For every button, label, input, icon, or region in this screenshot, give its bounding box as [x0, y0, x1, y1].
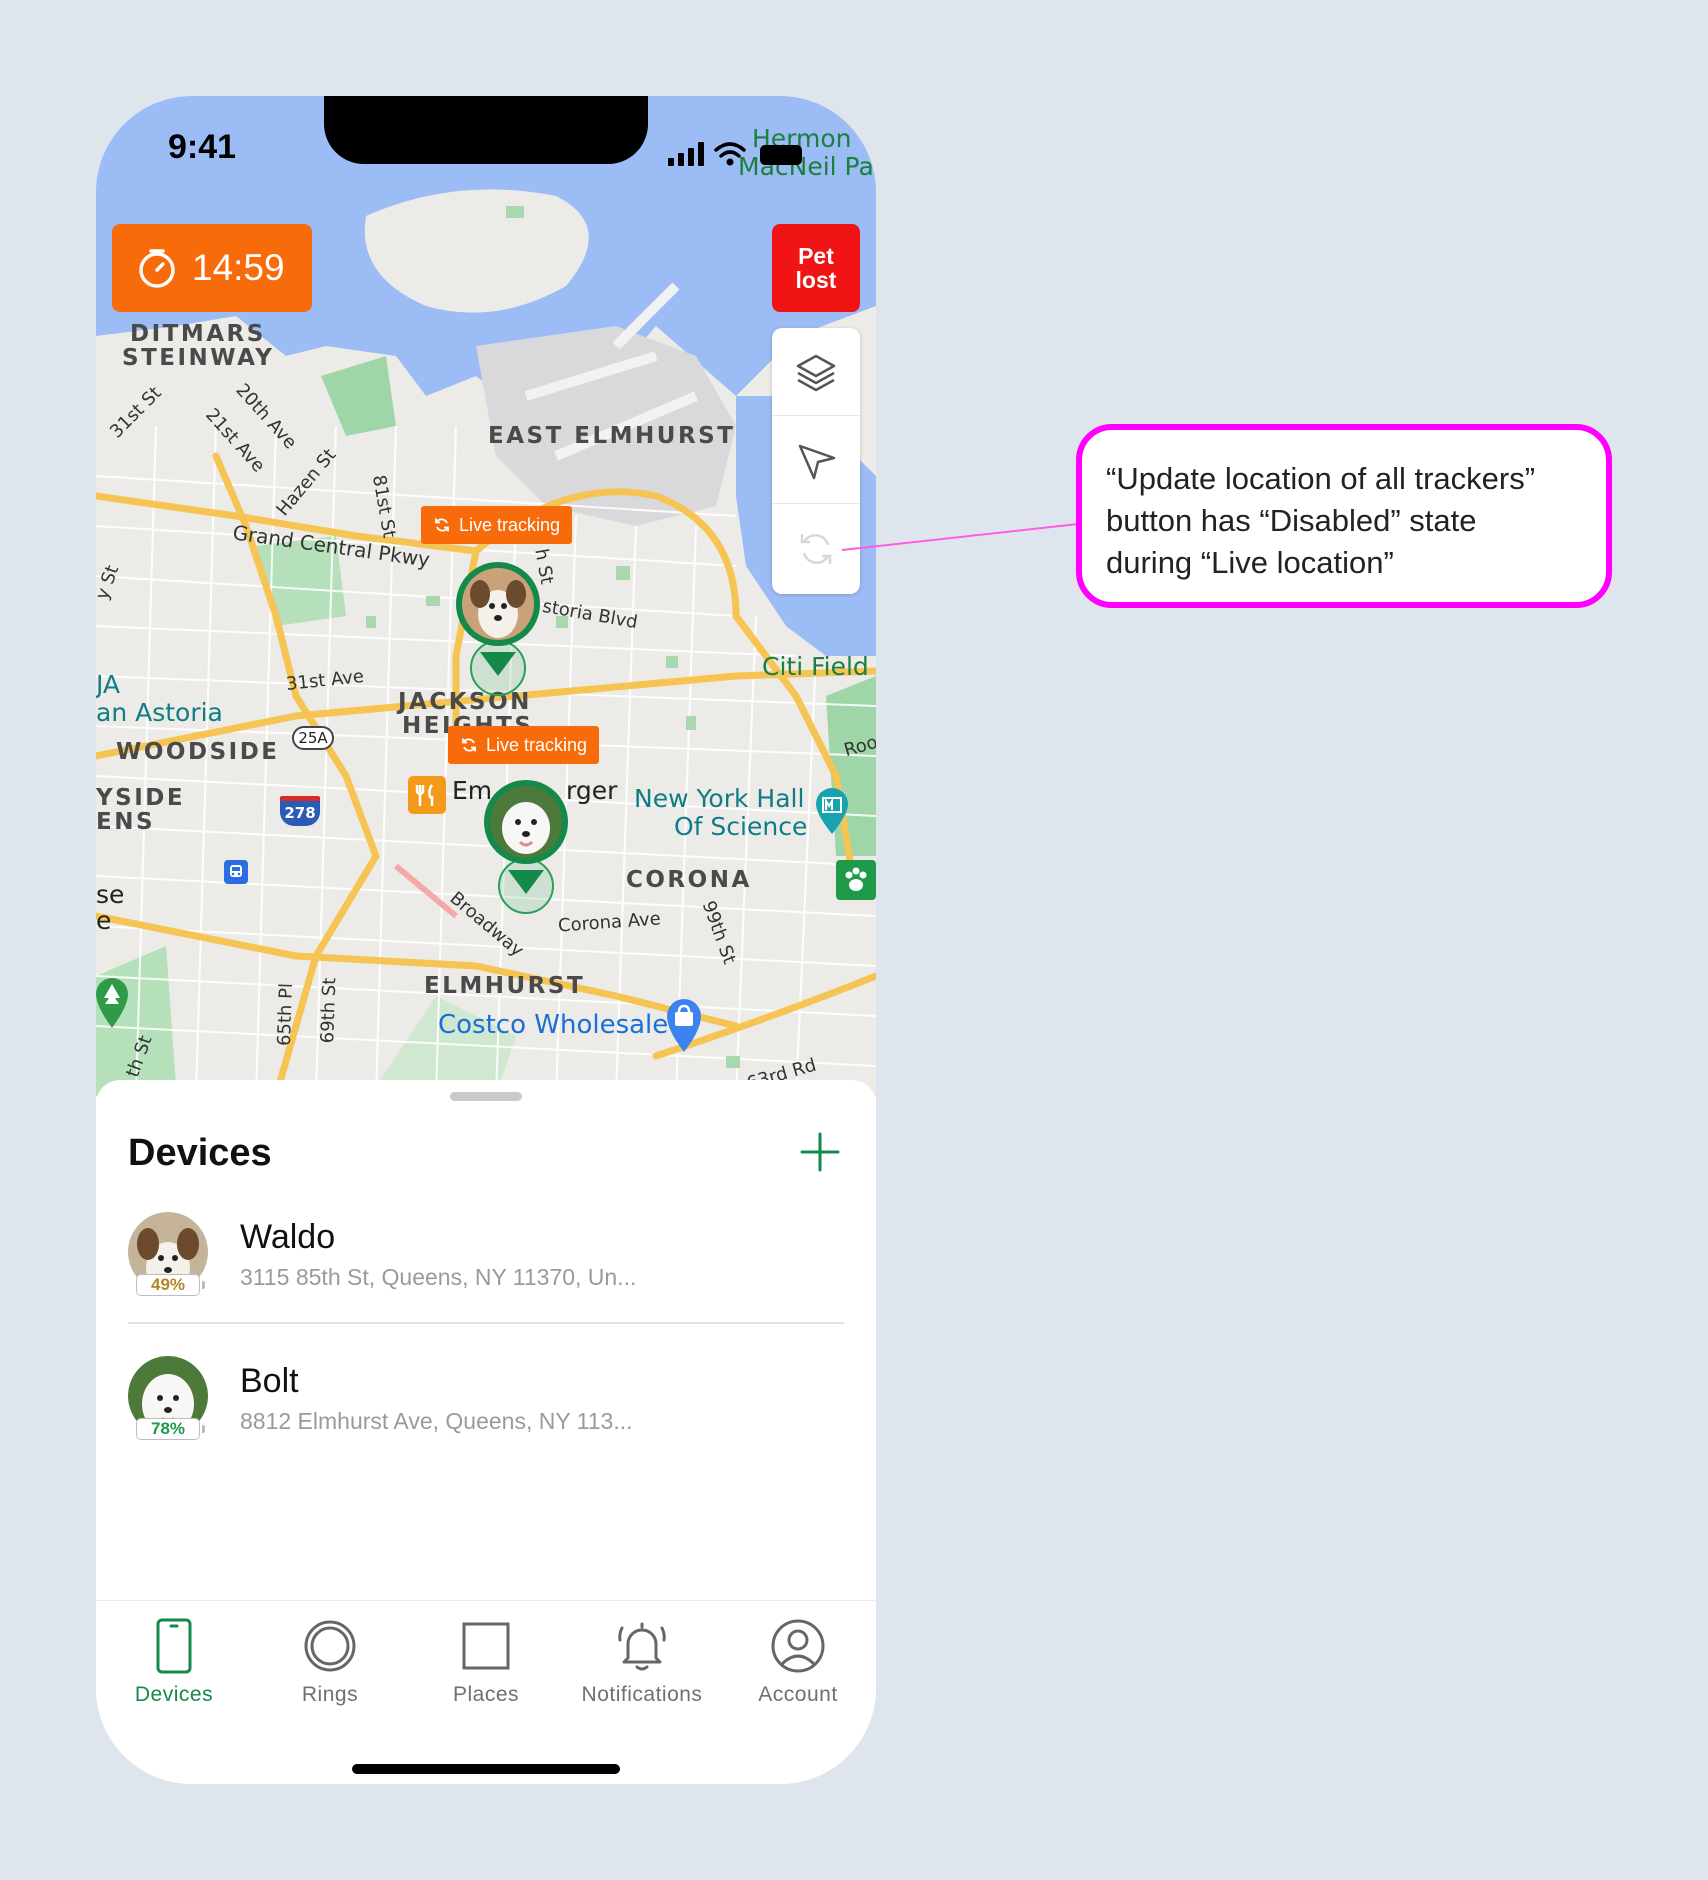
area-label: ELMHURST [424, 973, 586, 999]
status-icons [668, 142, 802, 166]
area-label: STEINWAY [122, 345, 275, 371]
pet-pin-bolt[interactable] [480, 772, 572, 927]
callout-line: during “Live location” [1106, 545, 1394, 580]
tab-rings[interactable]: Rings [252, 1615, 408, 1707]
tab-label: Account [758, 1683, 838, 1706]
annotation-callout: “Update location of all trackers” button… [1076, 424, 1612, 608]
area-label: YSIDE [96, 785, 186, 811]
stopwatch-icon [139, 249, 175, 288]
poi-label: e [96, 906, 112, 935]
wifi-icon [714, 142, 746, 158]
tab-account[interactable]: Account [720, 1615, 876, 1707]
tab-label: Notifications [581, 1683, 703, 1706]
device-row-waldo[interactable]: 49% Waldo 3115 85th St, Queens, NY 11370… [128, 1190, 844, 1334]
user-icon [771, 1619, 825, 1673]
poi-label: Citi Field [762, 652, 869, 681]
pet-lost-label-line2: lost [795, 267, 837, 293]
map-view[interactable]: DITMARS STEINWAY EAST ELMHURST JACKSON H… [96, 96, 876, 1096]
live-tracking-label: Live tracking [486, 734, 588, 755]
device-address: 3115 85th St, Queens, NY 11370, Un... [240, 1264, 637, 1290]
timer-value: 14:59 [192, 247, 285, 288]
square-icon [462, 1622, 510, 1670]
tab-label: Places [452, 1683, 520, 1706]
refresh-icon [462, 738, 476, 752]
device-row-bolt[interactable]: 78% Bolt 8812 Elmhurst Ave, Queens, NY 1… [128, 1334, 844, 1478]
museum-icon[interactable] [812, 786, 852, 841]
status-time: 9:41 [168, 128, 237, 166]
pet-lost-button[interactable]: Pet lost [772, 224, 860, 312]
phone-frame: DITMARS STEINWAY EAST ELMHURST JACKSON H… [96, 96, 876, 1784]
transit-icon[interactable] [224, 860, 248, 884]
poi-label: Costco Wholesale [438, 1010, 669, 1040]
area-label: DITMARS [130, 321, 266, 347]
street-label: 65th Pl [273, 982, 298, 1047]
poi-label: New York Hall [634, 784, 805, 813]
tab-devices[interactable]: Devices [96, 1615, 252, 1707]
pet-lost-label-line1: Pet [798, 243, 834, 269]
device-name: Waldo [240, 1218, 336, 1256]
live-tracking-timer: 14:59 [112, 224, 312, 312]
live-tracking-label: Live tracking [459, 514, 561, 535]
poi-label: JA [96, 670, 121, 699]
refresh-icon [435, 518, 449, 532]
poi-label: se [96, 880, 125, 909]
shopping-icon[interactable] [662, 996, 706, 1059]
restaurant-icon[interactable] [408, 776, 446, 814]
device-name: Bolt [240, 1362, 299, 1400]
phone-icon [156, 1618, 192, 1674]
callout-line: button has “Disabled” state [1106, 503, 1477, 538]
battery-badge: 49% [136, 1274, 205, 1296]
sheet-handle[interactable] [450, 1092, 522, 1101]
poi-label: Of Science [674, 812, 808, 841]
notch [324, 96, 648, 164]
refresh-icon [800, 533, 832, 565]
zoo-icon[interactable] [836, 860, 876, 900]
navigation-arrow-icon [798, 444, 836, 479]
cellular-signal-icon [668, 142, 704, 166]
tab-notifications[interactable]: Notifications [564, 1615, 720, 1707]
street-label: 69th St [317, 977, 341, 1044]
park-icon[interactable] [96, 974, 132, 1035]
live-tracking-badge: Live tracking [448, 726, 600, 764]
tab-label: Devices [134, 1683, 214, 1706]
route-shield: 25A [292, 726, 334, 750]
live-tracking-badge: Live tracking [421, 506, 573, 544]
tab-bar: Devices Rings Places Notifications Accou… [96, 1600, 876, 1784]
layers-button[interactable] [772, 328, 860, 416]
tab-places[interactable]: Places [408, 1615, 564, 1707]
layers-icon [796, 354, 836, 391]
home-indicator[interactable] [352, 1764, 620, 1774]
poi-label: rger [566, 776, 618, 805]
interstate-shield: 278 [280, 796, 320, 826]
poi-label: an Astoria [96, 698, 223, 727]
sheet-title: Devices [128, 1132, 272, 1174]
tab-label: Rings [301, 1683, 359, 1706]
add-device-button[interactable] [798, 1130, 842, 1174]
pet-pin-waldo[interactable] [452, 554, 544, 709]
bell-icon [618, 1622, 666, 1671]
divider [128, 1322, 844, 1324]
map-controls [772, 328, 860, 594]
area-label: WOODSIDE [116, 739, 280, 765]
battery-icon [760, 145, 802, 165]
callout-line: “Update location of all trackers” [1106, 461, 1536, 496]
area-label: CORONA [626, 867, 752, 893]
ring-icon [304, 1620, 356, 1672]
my-location-button[interactable] [772, 416, 860, 504]
area-label: ENS [96, 809, 156, 835]
device-address: 8812 Elmhurst Ave, Queens, NY 113... [240, 1408, 633, 1434]
area-label: EAST ELMHURST [488, 423, 736, 449]
battery-badge: 78% [136, 1418, 205, 1440]
update-all-trackers-button[interactable] [772, 504, 860, 594]
